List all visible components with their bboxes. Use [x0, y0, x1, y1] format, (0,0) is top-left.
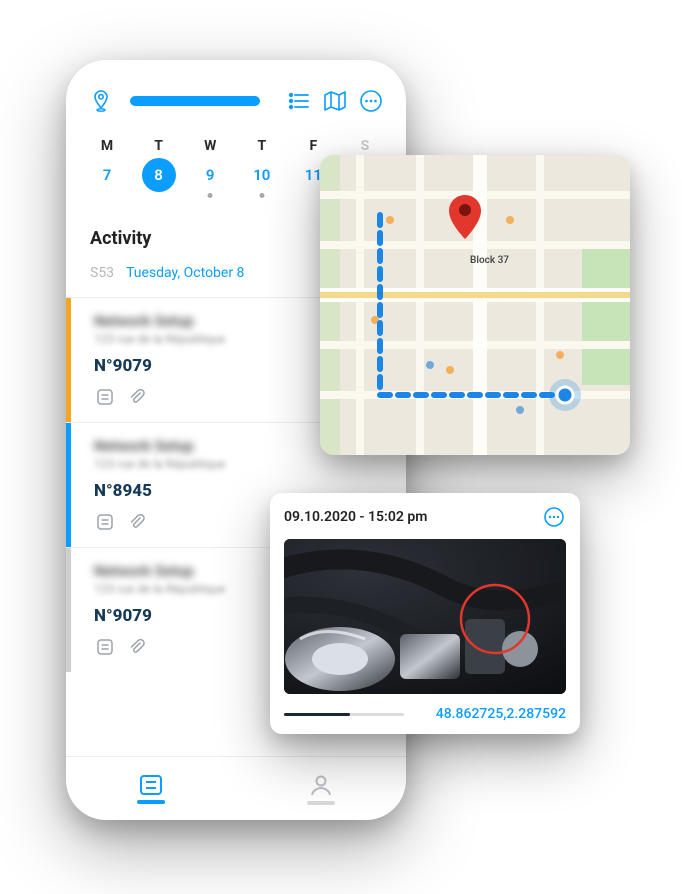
weekday-label: T: [142, 138, 176, 154]
weekday-label: F: [296, 138, 330, 154]
photo-more-icon[interactable]: [542, 505, 566, 529]
accent-bar: [66, 423, 71, 547]
tab-indicator: [307, 801, 335, 805]
photo-card: 09.10.2020 - 15:02 pm: [270, 493, 580, 734]
item-title: Network Setup: [94, 312, 347, 330]
attachment-icon[interactable]: [126, 386, 148, 408]
day-10[interactable]: 10: [245, 158, 279, 192]
day-8[interactable]: 8: [142, 158, 176, 192]
note-icon[interactable]: [94, 386, 116, 408]
day-9[interactable]: 9: [193, 158, 227, 192]
item-subtitle: 123 rue de la République: [94, 457, 388, 471]
photo-coords[interactable]: 48.862725,2.287592: [436, 706, 566, 722]
day-7[interactable]: 7: [90, 158, 124, 192]
list-icon[interactable]: [286, 88, 312, 114]
weekday-label: M: [90, 138, 124, 154]
event-dot: [259, 193, 264, 198]
item-number: N°9079: [94, 356, 347, 376]
weekday-header: M T W T F S: [66, 128, 406, 156]
attachment-icon[interactable]: [126, 636, 148, 658]
photo-image[interactable]: [284, 539, 566, 694]
weekday-label: S: [348, 138, 382, 154]
map-icon[interactable]: [322, 88, 348, 114]
weekday-label: T: [245, 138, 279, 154]
location-pin-icon[interactable]: [88, 88, 114, 114]
photo-timestamp: 09.10.2020 - 15:02 pm: [284, 509, 427, 525]
note-icon[interactable]: [94, 511, 116, 533]
map-center-label: Block 37: [470, 255, 509, 266]
photo-slider[interactable]: [284, 713, 404, 716]
note-icon[interactable]: [94, 636, 116, 658]
bottom-bar: [66, 756, 406, 820]
more-icon[interactable]: [358, 88, 384, 114]
event-dot: [208, 193, 213, 198]
date-full: Tuesday, October 8: [126, 265, 244, 281]
attachment-icon[interactable]: [126, 511, 148, 533]
week-code: S53: [90, 265, 114, 281]
accent-bar: [66, 298, 71, 422]
item-subtitle: 123 rue de la République: [94, 332, 347, 346]
weekday-label: W: [193, 138, 227, 154]
section-title: Activity: [90, 228, 151, 249]
top-bar: [66, 60, 406, 128]
tab-indicator: [137, 800, 165, 804]
tab-activity[interactable]: [129, 774, 173, 804]
accent-bar: [66, 548, 71, 672]
map-preview[interactable]: Block 37: [320, 155, 630, 455]
tab-profile[interactable]: [299, 773, 343, 805]
progress-pill: [130, 96, 260, 106]
